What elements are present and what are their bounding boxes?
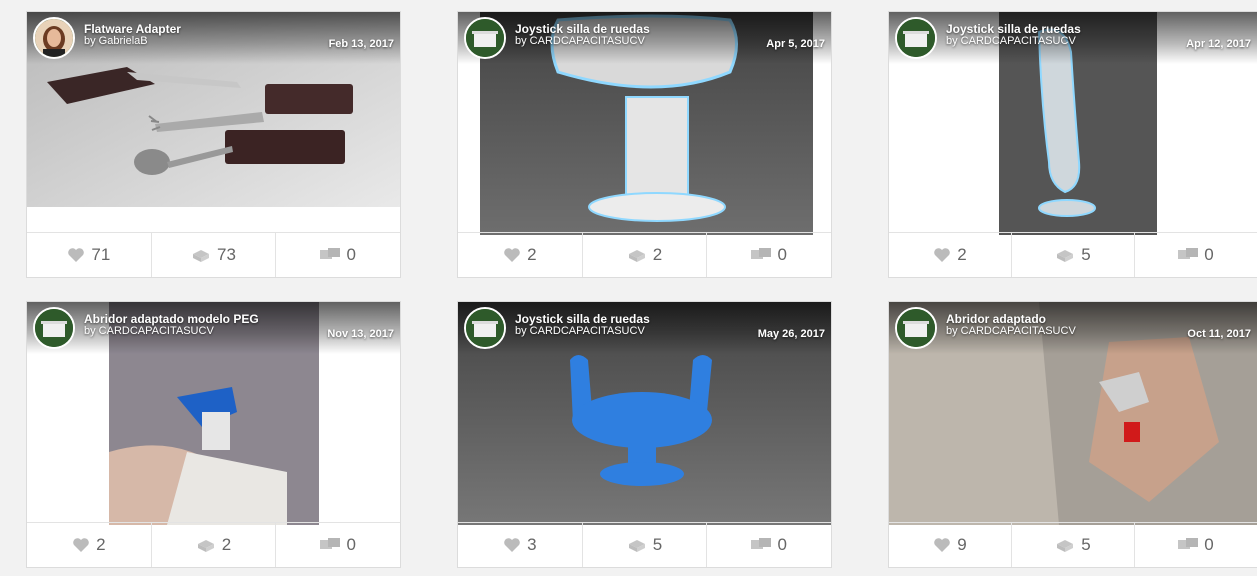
thing-card[interactable]: Joystick silla de ruedas by CARDCAPACITA… (888, 11, 1257, 278)
collect-count-value: 5 (1081, 535, 1091, 554)
collect-count-value: 2 (652, 245, 663, 264)
like-count[interactable]: 3 (458, 523, 583, 567)
thing-title[interactable]: Abridor adaptado modelo PEG (84, 312, 259, 326)
thing-card[interactable]: Abridor adaptado by CARDCAPACITASUCV Oct… (888, 301, 1257, 568)
thing-title[interactable]: Abridor adaptado (946, 312, 1046, 326)
author-avatar[interactable] (895, 17, 937, 59)
thing-date: Oct 11, 2017 (1187, 328, 1251, 340)
comment-icon (320, 248, 341, 262)
author-avatar[interactable] (33, 307, 75, 349)
thing-author[interactable]: by CARDCAPACITASUCV (946, 35, 1076, 47)
thing-author[interactable]: by CARDCAPACITASUCV (515, 35, 645, 47)
like-count-value: 2 (957, 245, 967, 264)
thing-author[interactable]: by CARDCAPACITASUCV (946, 325, 1076, 337)
collect-count-value: 5 (652, 535, 663, 554)
comment-count-value: 0 (777, 535, 787, 554)
like-count-value: 2 (96, 535, 106, 554)
thing-date: Apr 5, 2017 (766, 38, 825, 50)
like-count-value: 9 (957, 535, 967, 554)
comment-count[interactable]: 0 (707, 523, 831, 567)
thing-card[interactable]: Abridor adaptado modelo PEG by CARDCAPAC… (26, 301, 401, 568)
collect-count[interactable]: 5 (583, 523, 708, 567)
author-avatar[interactable] (464, 307, 506, 349)
collection-icon (196, 538, 216, 552)
comment-count[interactable]: 0 (1135, 523, 1257, 567)
thing-card[interactable]: Joystick silla de ruedas by CARDCAPACITA… (457, 11, 832, 278)
card-stats: 2 2 0 (458, 232, 831, 277)
author-avatar[interactable] (895, 307, 937, 349)
thing-card[interactable]: Flatware Adapter by GabrielaB Feb 13, 20… (26, 11, 401, 278)
comment-count[interactable]: 0 (276, 233, 400, 277)
collect-count[interactable]: 5 (1012, 233, 1135, 277)
collection-icon (1055, 538, 1075, 552)
thing-title[interactable]: Joystick silla de ruedas (946, 22, 1081, 36)
like-count[interactable]: 2 (889, 233, 1012, 277)
comment-count-value: 0 (777, 245, 787, 264)
card-stats: 2 5 0 (889, 232, 1257, 277)
comment-icon (751, 248, 772, 262)
heart-icon (72, 537, 90, 553)
heart-icon (933, 537, 951, 553)
like-count[interactable]: 2 (27, 523, 152, 567)
author-avatar[interactable] (464, 17, 506, 59)
collection-icon (627, 248, 647, 262)
thing-title[interactable]: Flatware Adapter (84, 22, 181, 36)
like-count-value: 71 (91, 245, 111, 264)
comment-count-value: 0 (346, 535, 356, 554)
thing-title[interactable]: Joystick silla de ruedas (515, 312, 650, 326)
heart-icon (503, 537, 521, 553)
collect-count-value: 73 (217, 245, 236, 264)
thing-card[interactable]: Joystick silla de ruedas by CARDCAPACITA… (457, 301, 832, 568)
collection-icon (191, 248, 211, 262)
like-count[interactable]: 71 (27, 233, 152, 277)
collection-icon (1055, 248, 1075, 262)
collect-count-value: 5 (1081, 245, 1091, 264)
card-stats: 71 73 0 (27, 232, 400, 277)
comment-count[interactable]: 0 (707, 233, 831, 277)
like-count-value: 3 (527, 535, 537, 554)
collection-icon (627, 538, 647, 552)
collect-count-value: 2 (221, 535, 232, 554)
collect-count[interactable]: 2 (152, 523, 277, 567)
comment-icon (1178, 538, 1199, 552)
comment-icon (751, 538, 772, 552)
thing-date: May 26, 2017 (757, 328, 825, 340)
comment-count[interactable]: 0 (1135, 233, 1257, 277)
like-count-value: 2 (527, 245, 537, 264)
thing-date: Feb 13, 2017 (328, 38, 394, 50)
heart-icon (503, 247, 521, 263)
card-stats: 3 5 0 (458, 522, 831, 567)
comment-icon (1178, 248, 1199, 262)
comment-count-value: 0 (1204, 245, 1214, 264)
comment-count-value: 0 (346, 245, 356, 264)
collect-count[interactable]: 2 (583, 233, 708, 277)
thing-author[interactable]: by CARDCAPACITASUCV (84, 325, 214, 337)
card-stats: 9 5 0 (889, 522, 1257, 567)
like-count[interactable]: 2 (458, 233, 583, 277)
thing-author[interactable]: by GabrielaB (84, 35, 148, 47)
collect-count[interactable]: 73 (152, 233, 277, 277)
thing-date: Apr 12, 2017 (1186, 38, 1251, 50)
heart-icon (67, 247, 85, 263)
comment-count-value: 0 (1204, 535, 1214, 554)
thing-title[interactable]: Joystick silla de ruedas (515, 22, 650, 36)
comment-icon (320, 538, 341, 552)
collect-count[interactable]: 5 (1012, 523, 1135, 567)
author-avatar[interactable] (33, 17, 75, 59)
comment-count[interactable]: 0 (276, 523, 400, 567)
thing-author[interactable]: by CARDCAPACITASUCV (515, 325, 645, 337)
thing-date: Nov 13, 2017 (327, 328, 394, 340)
like-count[interactable]: 9 (889, 523, 1012, 567)
card-stats: 2 2 0 (27, 522, 400, 567)
heart-icon (933, 247, 951, 263)
